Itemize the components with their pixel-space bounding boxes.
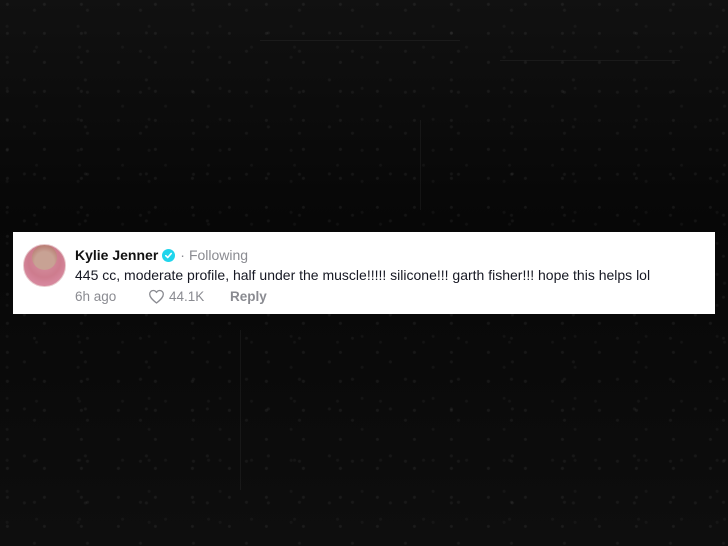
follow-status[interactable]: Following (189, 247, 248, 263)
comment-text: 445 cc, moderate profile, half under the… (75, 267, 651, 283)
background-texture (500, 60, 680, 61)
separator-dot: · (180, 247, 185, 263)
username[interactable]: Kylie Jenner (75, 247, 158, 263)
like-count: 44.1K (169, 289, 205, 304)
background-texture (260, 40, 460, 41)
background-texture (420, 120, 421, 210)
comment-card: Kylie Jenner · Following 445 cc, moderat… (13, 232, 715, 314)
like-button[interactable]: 44.1K (148, 289, 230, 304)
comment-header: Kylie Jenner · Following (75, 246, 248, 264)
reply-button[interactable]: Reply (230, 289, 267, 304)
timestamp: 6h ago (75, 289, 117, 304)
verified-badge-icon (162, 248, 176, 262)
heart-icon (149, 289, 164, 304)
background-texture (240, 330, 241, 490)
avatar-image (24, 245, 65, 286)
comment-meta: 6h ago 44.1K Reply (75, 289, 267, 304)
avatar[interactable] (23, 244, 66, 287)
